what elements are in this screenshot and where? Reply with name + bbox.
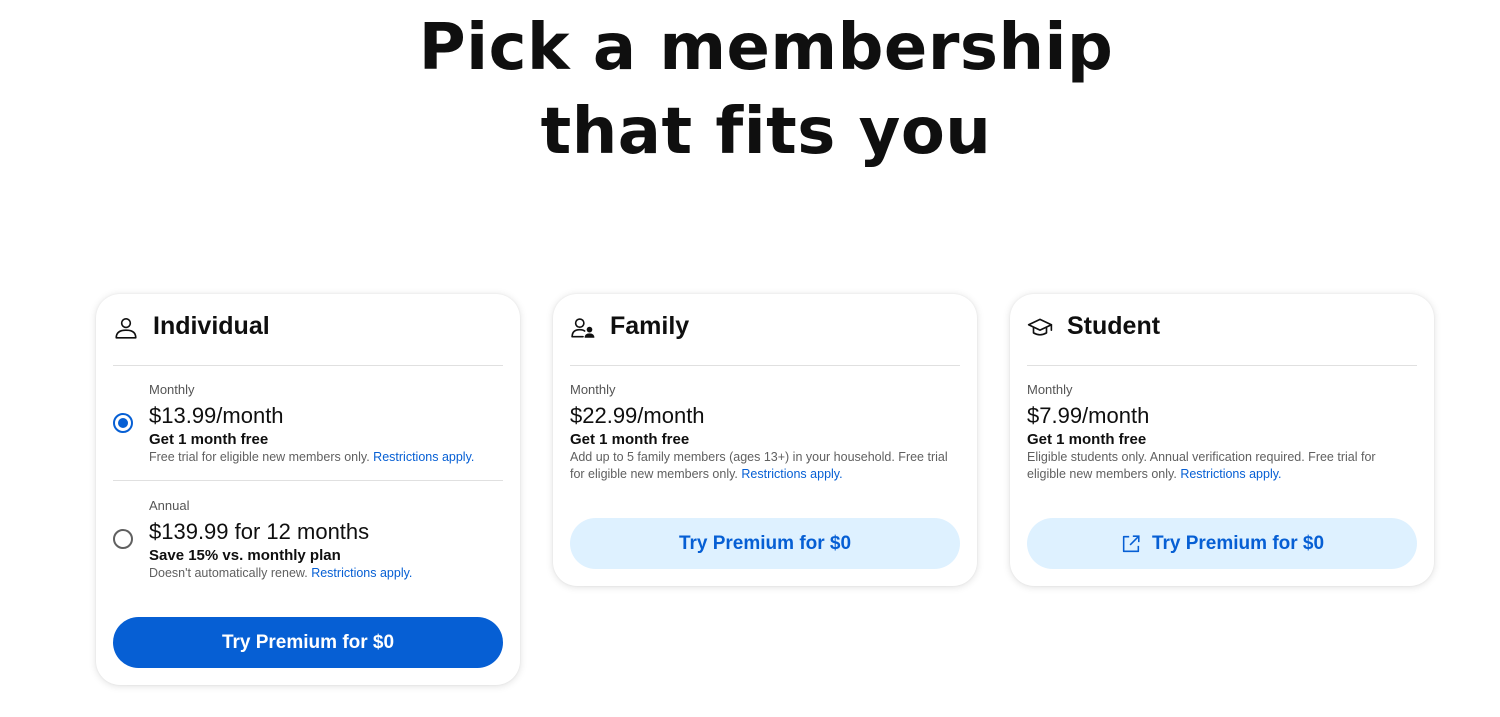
plan-offer: Get 1 month free <box>149 431 269 448</box>
plan-fine-print: Eligible students only. Annual verificat… <box>1027 449 1417 483</box>
button-label: Try Premium for $0 <box>1151 532 1325 554</box>
student-plan-card: Student Monthly $7.99/month Get 1 month … <box>1010 294 1434 586</box>
plan-option-monthly: Monthly $7.99/month Get 1 month free Eli… <box>1027 382 1417 483</box>
graduation-cap-icon <box>1027 318 1053 336</box>
plan-offer: Get 1 month free <box>570 431 690 448</box>
card-header: Family <box>570 294 960 366</box>
plan-price: $22.99/month <box>570 403 705 428</box>
page-headline: Pick a membership that fits you <box>0 6 1500 174</box>
plan-option-monthly[interactable]: Monthly $13.99/month Get 1 month free Fr… <box>113 382 503 464</box>
plan-option-monthly: Monthly $22.99/month Get 1 month free Ad… <box>570 382 960 483</box>
card-header: Student <box>1027 294 1417 366</box>
card-title: Student <box>1067 312 1161 340</box>
family-plan-card: Family Monthly $22.99/month Get 1 month … <box>553 294 977 586</box>
button-label: Try Premium for $0 <box>678 532 852 554</box>
plan-fine-print: Add up to 5 family members (ages 13+) in… <box>570 449 960 483</box>
button-label: Try Premium for $0 <box>221 631 395 653</box>
plan-fine-print: Doesn't automatically renew. Restriction… <box>149 565 503 582</box>
fine-text: Doesn't automatically renew. <box>149 566 308 580</box>
plan-option-annual[interactable]: Annual $139.99 for 12 months Save 15% vs… <box>113 498 503 580</box>
plan-period: Monthly <box>1027 382 1073 397</box>
try-premium-button[interactable]: Try Premium for $0 <box>1027 518 1417 569</box>
card-header: Individual <box>113 294 503 366</box>
plan-offer: Save 15% vs. monthly plan <box>149 547 341 564</box>
restrictions-link[interactable]: Restrictions apply. <box>741 467 842 481</box>
restrictions-link[interactable]: Restrictions apply. <box>373 450 474 464</box>
restrictions-link[interactable]: Restrictions apply. <box>311 566 412 580</box>
plan-price: $13.99/month <box>149 403 284 428</box>
try-premium-button[interactable]: Try Premium for $0 <box>570 518 960 569</box>
plan-price: $139.99 for 12 months <box>149 519 370 544</box>
card-title: Family <box>610 312 690 340</box>
person-icon <box>115 317 137 339</box>
radio-annual[interactable] <box>113 529 133 549</box>
restrictions-link[interactable]: Restrictions apply. <box>1180 467 1281 481</box>
plan-period: Monthly <box>149 382 195 397</box>
radio-monthly[interactable] <box>113 413 133 433</box>
family-icon <box>571 318 595 338</box>
plan-period: Annual <box>149 498 190 513</box>
plan-fine-print: Free trial for eligible new members only… <box>149 449 503 466</box>
headline-line-2: that fits you <box>540 95 992 169</box>
plan-divider <box>113 480 503 481</box>
plan-offer: Get 1 month free <box>1027 431 1147 448</box>
card-title: Individual <box>153 312 270 340</box>
fine-text: Free trial for eligible new members only… <box>149 450 370 464</box>
try-premium-button[interactable]: Try Premium for $0 <box>113 617 503 668</box>
individual-plan-card: Individual Monthly $13.99/month Get 1 mo… <box>96 294 520 685</box>
plan-price: $7.99/month <box>1027 403 1150 428</box>
plan-period: Monthly <box>570 382 616 397</box>
external-link-icon <box>1122 534 1140 552</box>
headline-line-1: Pick a membership <box>418 11 1114 85</box>
